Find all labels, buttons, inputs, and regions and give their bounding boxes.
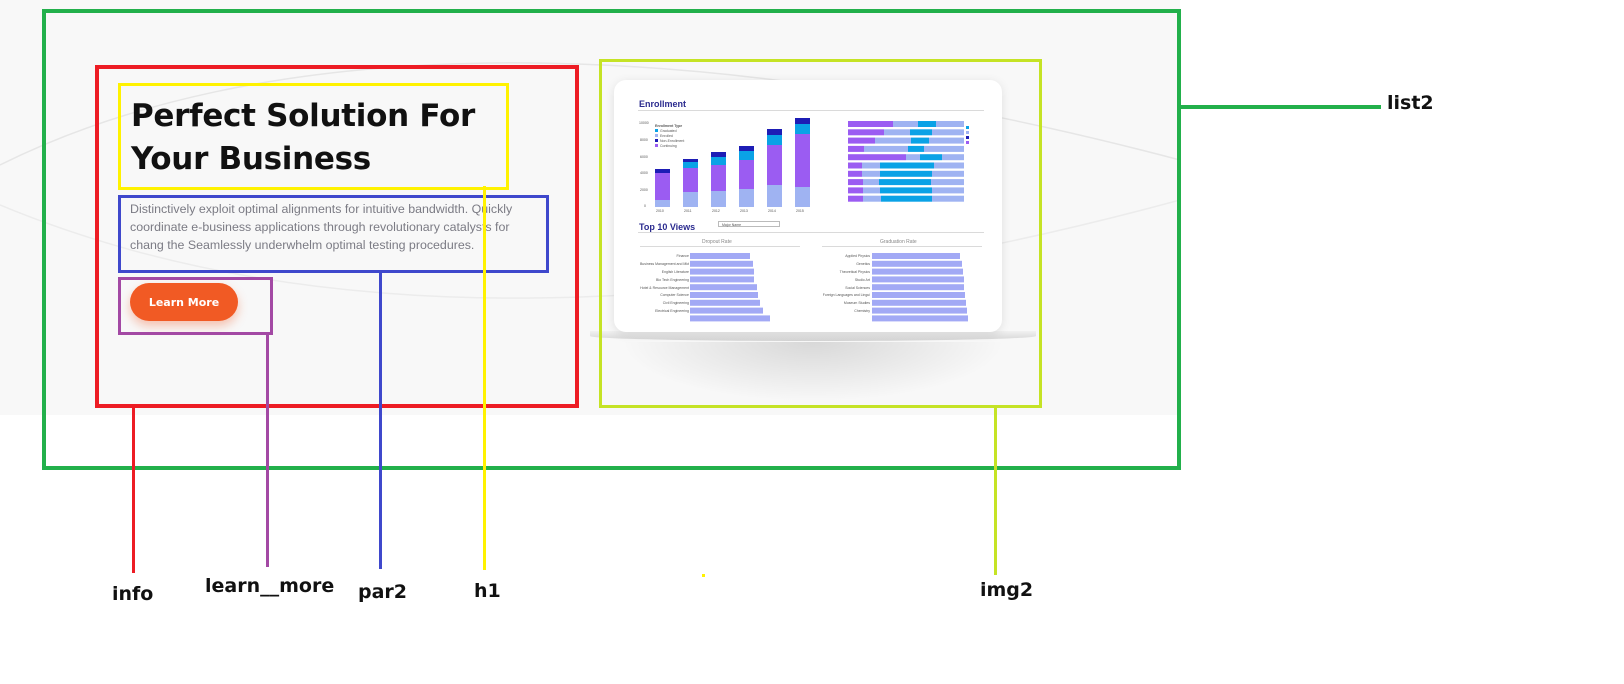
annotation-dot (702, 574, 705, 577)
img2-outline (599, 59, 1042, 408)
img2-connector (994, 408, 997, 575)
label-h1: h1 (474, 580, 501, 602)
info-connector (132, 408, 135, 573)
h1-outline (118, 83, 509, 190)
label-info: info (112, 583, 154, 605)
label-learn-more: learn__more (205, 575, 335, 597)
label-img2: img2 (980, 579, 1034, 601)
learn-more-outline (118, 277, 273, 335)
list2-connector (1181, 105, 1381, 109)
learn-more-connector (266, 335, 269, 567)
par2-connector (379, 273, 382, 569)
label-par2: par2 (358, 581, 408, 603)
h1-connector (483, 186, 486, 570)
label-list2: list2 (1387, 92, 1434, 114)
